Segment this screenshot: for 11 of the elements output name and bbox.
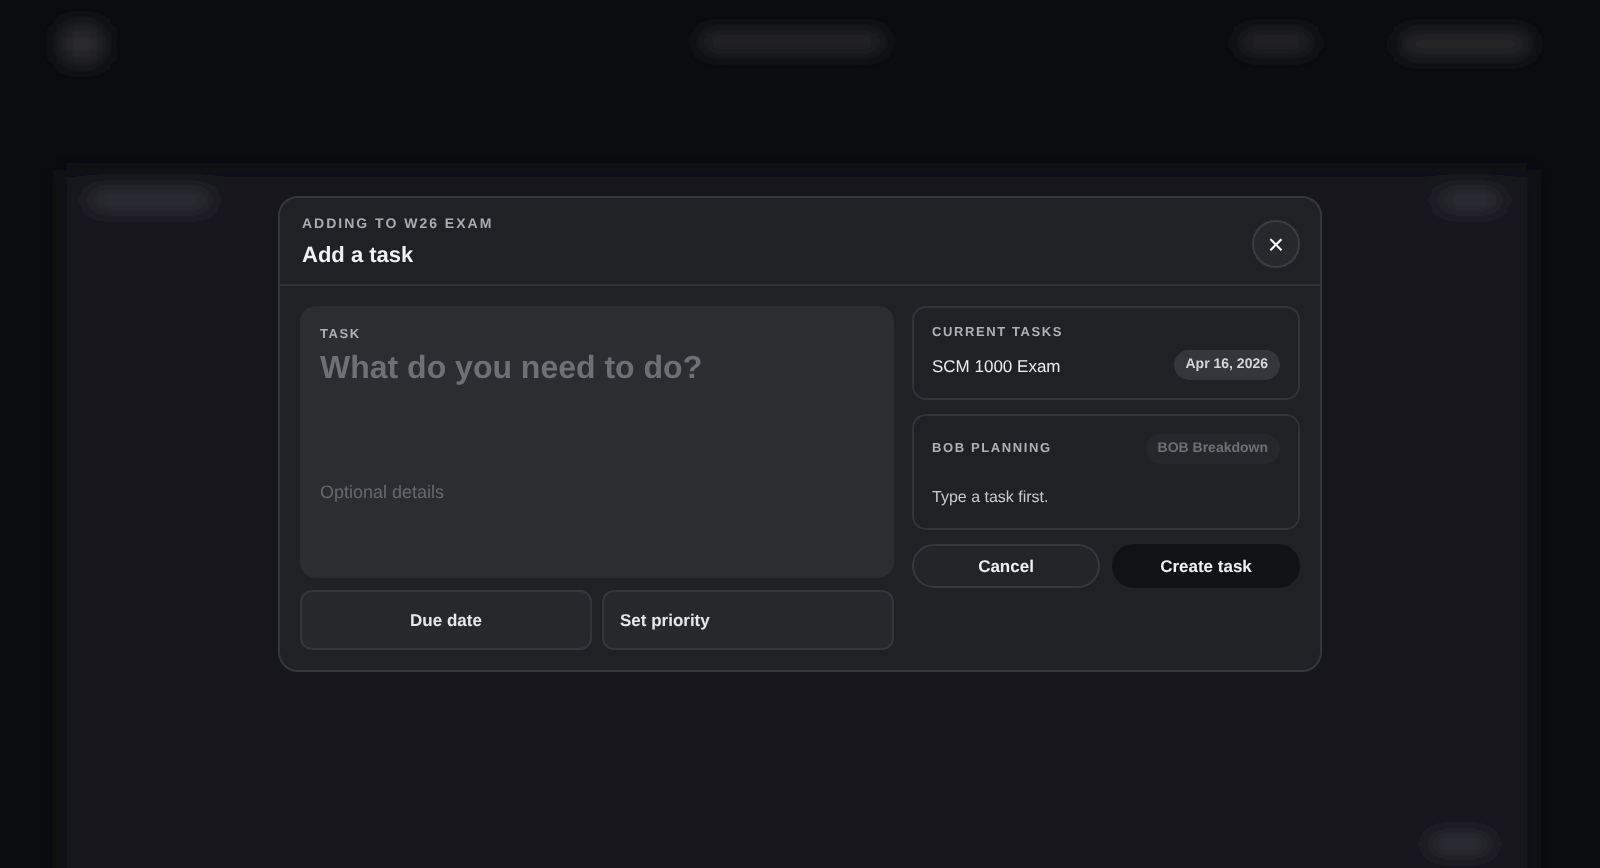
blurred-logo-icon — [60, 24, 104, 64]
details-input[interactable]: Optional details — [320, 482, 874, 502]
close-button[interactable]: × — [1252, 219, 1300, 267]
task-input[interactable]: What do you need to do? — [320, 352, 874, 388]
create-button[interactable]: Create task — [1112, 544, 1300, 588]
option-button[interactable]: Due date — [300, 590, 592, 650]
dialog-title: Add a task — [302, 244, 416, 268]
planning-message: Type a task first. — [932, 488, 1051, 506]
task-name: SCM 1000 Exam — [932, 355, 1061, 375]
cancel-button[interactable]: Cancel — [912, 544, 1100, 588]
option-button[interactable]: Set priority — [602, 590, 894, 650]
